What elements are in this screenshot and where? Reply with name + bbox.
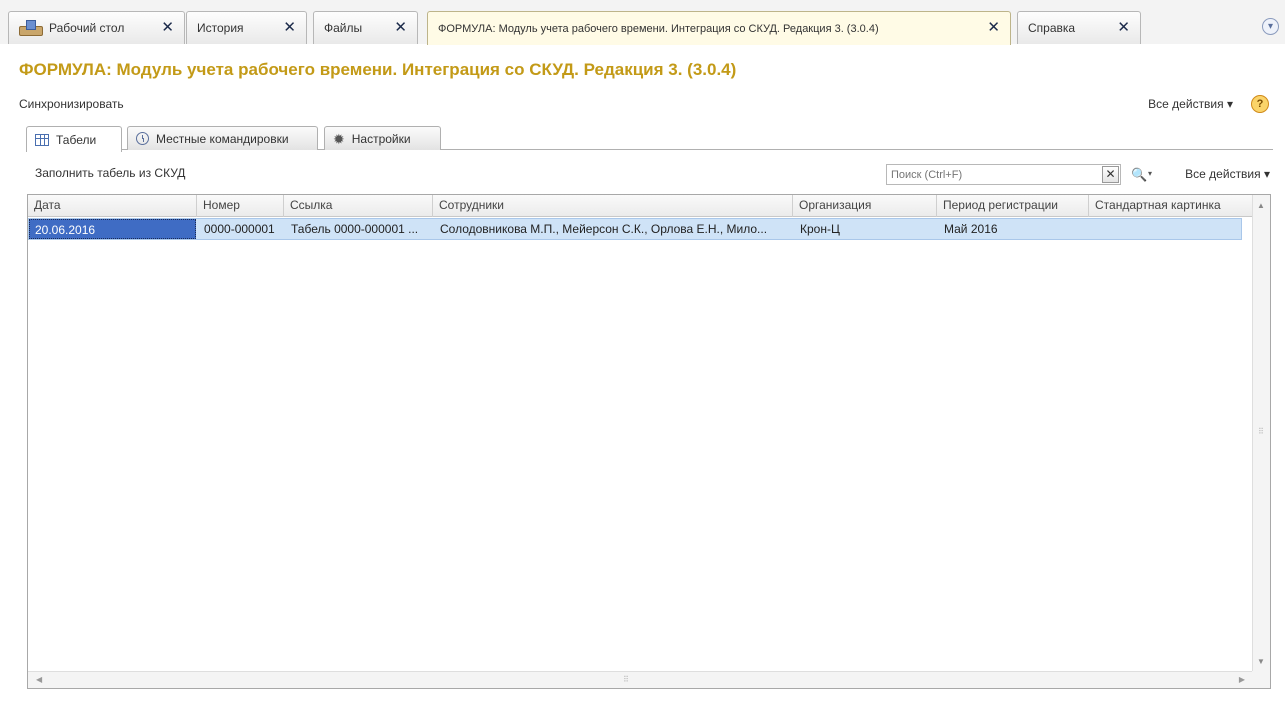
- scroll-up-icon[interactable]: ▲: [1257, 201, 1265, 210]
- tab-help[interactable]: Справка ✕: [1017, 11, 1141, 44]
- chevron-down-icon[interactable]: ▾: [1262, 18, 1279, 35]
- fill-from-skud-button[interactable]: Заполнить табель из СКУД: [35, 166, 185, 180]
- tab-label: История: [197, 21, 244, 35]
- page-title: ФОРМУЛА: Модуль учета рабочего времени. …: [19, 60, 737, 79]
- table-header: Дата Номер Ссылка Сотрудники Организация…: [28, 195, 1253, 217]
- cell-period[interactable]: Май 2016: [939, 219, 1090, 239]
- table-all-actions-button[interactable]: Все действия ▾: [1185, 167, 1270, 181]
- cell-employees[interactable]: Солодовникова М.П., Мейерсон С.К., Орлов…: [435, 219, 794, 239]
- scroll-left-icon[interactable]: ◀: [36, 675, 42, 684]
- sync-button[interactable]: Синхронизировать: [19, 97, 124, 111]
- column-header-organization[interactable]: Организация: [793, 195, 937, 217]
- cell-date[interactable]: 20.06.2016: [29, 219, 196, 239]
- close-icon[interactable]: ✕: [394, 20, 407, 35]
- search-box: ✕: [886, 164, 1121, 185]
- table-icon: [35, 133, 49, 146]
- all-actions-button[interactable]: Все действия ▾: [1148, 97, 1233, 111]
- close-icon[interactable]: ✕: [161, 20, 174, 35]
- close-icon[interactable]: ✕: [1117, 20, 1130, 35]
- tab-files[interactable]: Файлы ✕: [313, 11, 418, 44]
- tab-settings[interactable]: ✹ Настройки: [324, 126, 441, 150]
- search-icon[interactable]: 🔍: [1131, 167, 1147, 183]
- tab-desktop[interactable]: Рабочий стол ✕: [8, 11, 185, 44]
- column-header-employees[interactable]: Сотрудники: [433, 195, 793, 217]
- tab-label: Рабочий стол: [49, 21, 125, 35]
- scroll-grip-icon[interactable]: ⠿: [623, 675, 629, 684]
- cell-picture[interactable]: [1091, 219, 1241, 239]
- column-header-number[interactable]: Номер: [197, 195, 284, 217]
- column-header-picture[interactable]: Стандартная картинка: [1089, 195, 1253, 217]
- tab-label: Табели: [56, 132, 97, 147]
- desktop-icon: [19, 20, 43, 36]
- scroll-corner: [1252, 671, 1270, 688]
- chevron-down-icon[interactable]: ▾: [1148, 169, 1152, 178]
- table-row[interactable]: 20.06.2016 0000-000001 Табель 0000-00000…: [28, 218, 1242, 240]
- tab-local-trips[interactable]: Местные командировки: [127, 126, 318, 150]
- window-tab-bar: Рабочий стол ✕ История ✕ Файлы ✕ ФОРМУЛА…: [0, 0, 1285, 45]
- help-icon[interactable]: ?: [1251, 95, 1269, 113]
- column-header-date[interactable]: Дата: [28, 195, 197, 217]
- gear-icon: ✹: [333, 130, 345, 147]
- tab-label: Файлы: [324, 21, 363, 35]
- cell-number[interactable]: 0000-000001: [199, 219, 285, 239]
- clear-icon[interactable]: ✕: [1102, 166, 1119, 183]
- tab-label: Местные командировки: [156, 131, 289, 146]
- column-header-period[interactable]: Период регистрации: [937, 195, 1089, 217]
- tab-label: Справка: [1028, 21, 1076, 35]
- scroll-grip-icon[interactable]: ⠿: [1258, 427, 1264, 436]
- search-input[interactable]: [887, 165, 1097, 184]
- column-header-link[interactable]: Ссылка: [284, 195, 433, 217]
- tab-history[interactable]: История ✕: [186, 11, 307, 44]
- tab-label: Настройки: [351, 131, 411, 146]
- close-icon[interactable]: ✕: [283, 20, 296, 35]
- close-icon[interactable]: ✕: [987, 20, 1000, 35]
- timesheets-table: Дата Номер Ссылка Сотрудники Организация…: [27, 194, 1271, 689]
- horizontal-scrollbar[interactable]: ◀ ⠿ ▶: [28, 671, 1253, 688]
- cell-organization[interactable]: Крон-Ц: [795, 219, 938, 239]
- scroll-down-icon[interactable]: ▼: [1257, 657, 1265, 666]
- clock-icon: [136, 132, 149, 145]
- cell-link[interactable]: Табель 0000-000001 ...: [286, 219, 434, 239]
- tab-timesheets[interactable]: Табели: [26, 126, 122, 152]
- tab-label: ФОРМУЛА: Модуль учета рабочего времени. …: [438, 22, 879, 35]
- vertical-scrollbar[interactable]: ▲ ⠿ ▼: [1252, 195, 1270, 672]
- tab-formula-module[interactable]: ФОРМУЛА: Модуль учета рабочего времени. …: [427, 11, 1011, 45]
- scroll-right-icon[interactable]: ▶: [1239, 675, 1245, 684]
